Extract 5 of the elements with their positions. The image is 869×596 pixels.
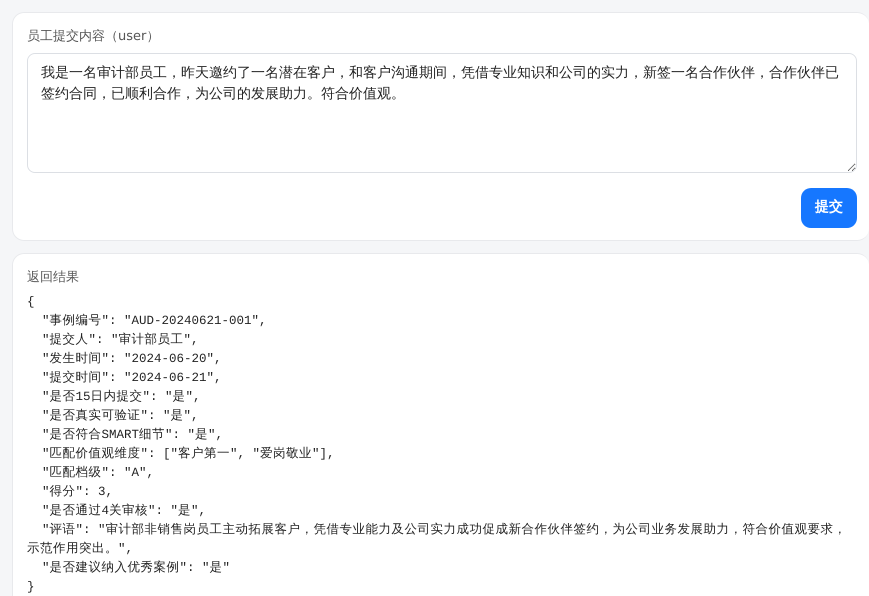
input-field[interactable]: 我是一名审计部员工，昨天邀约了一名潜在客户，和客户沟通期间，凭借专业知识和公司的实力，新签一名合作伙伴，合作伙伴已签约合同，已顺利合作，为公司的发展助力。符合价值观。 [27, 52, 857, 172]
result-json: { "事例编号": "AUD-20240621-001", "提交人": "审计部员工", "发生时间": "2024-06-20", "提交时间": "2024-06-21", "是否15日内提交": "是", "是否真实可验证": "是", "是否符合SMART细节": "是", "匹配价值观维度": ["客户第一", "爱岗敬业"], "匹配档级": "A", "得分": 3, "是否通过4关审核": "是", "评语": "审计部非销售岗员工主动拓展客户，凭借专业能力及公司实力成功促成新合作伙伴签约，为公司业务发展助力，符合价值观要求，示范作用突出。", "是否建议纳入优秀案例": "是" } [27, 294, 848, 596]
result-label: 返回结果 [27, 268, 80, 286]
submit-button[interactable]: 提交 [801, 188, 857, 228]
field-label: 员工提交内容（user） [27, 28, 160, 46]
